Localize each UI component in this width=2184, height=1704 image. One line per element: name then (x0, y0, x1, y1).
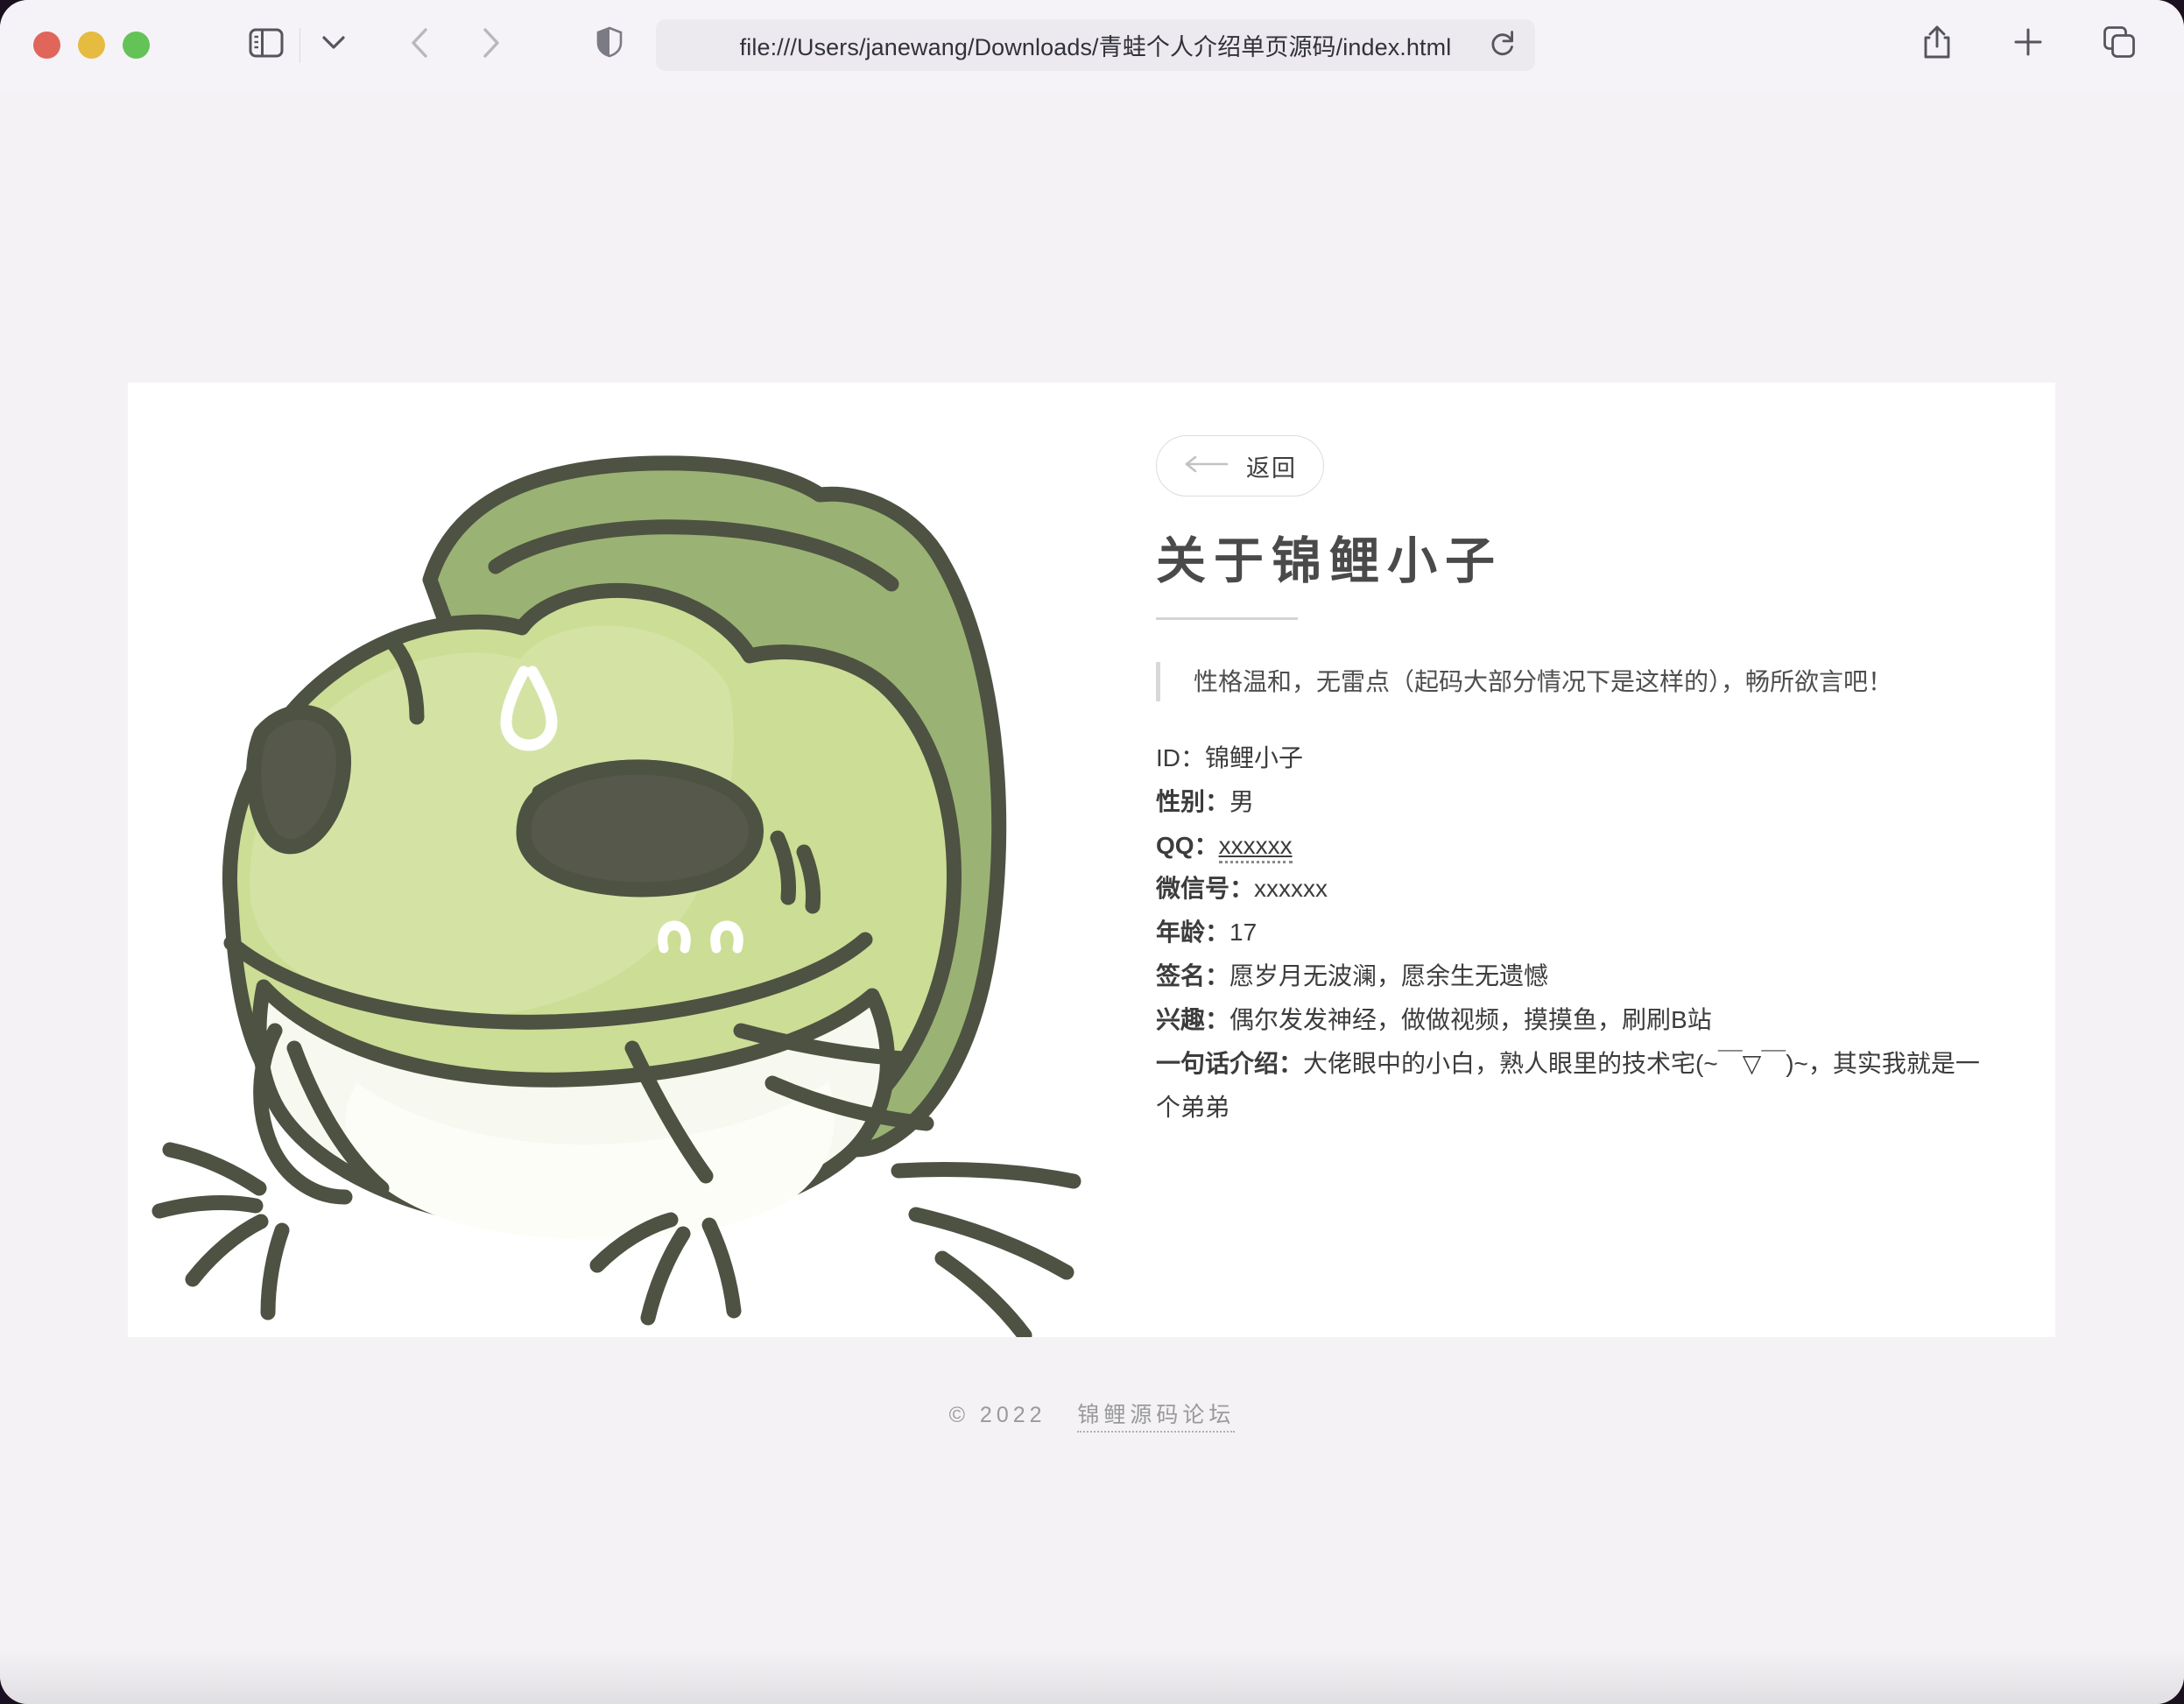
detail-label-gender: 性别： (1156, 787, 1230, 815)
profile-detail-list: ID：锦鲤小子 性别：男 QQ：xxxxxx 微信号：xxxxxx 年龄：17 (1156, 736, 1992, 1129)
detail-value-interests: 偶尔发发神经，做做视频，摸摸鱼，刷刷B站 (1229, 1005, 1712, 1033)
detail-row: 微信号：xxxxxx (1156, 867, 1992, 911)
detail-label-wechat: 微信号： (1156, 875, 1255, 903)
detail-label-qq: QQ： (1156, 831, 1219, 859)
detail-label-age: 年龄： (1156, 919, 1230, 947)
profile-card: 返回 关于锦鲤小子 性格温和，无雷点（起码大部分情况下是这样的），畅所欲言吧！ … (128, 383, 2055, 1337)
detail-row: 性别：男 (1156, 780, 1992, 824)
detail-value-gender: 男 (1229, 787, 1255, 815)
detail-value-qq[interactable]: xxxxxx (1218, 831, 1293, 863)
share-button[interactable] (1913, 19, 1962, 68)
web-page-content: 返回 关于锦鲤小子 性格温和，无雷点（起码大部分情况下是这样的），畅所欲言吧！ … (0, 90, 2184, 1704)
browser-toolbar: file:///Users/janewang/Downloads/青蛙个人介绍单… (0, 0, 2184, 90)
detail-label-signature: 签名： (1156, 962, 1230, 990)
sidebar-toggle-button[interactable] (242, 21, 291, 70)
zoom-window-button[interactable] (123, 32, 150, 59)
detail-row: 一句话介绍：大佬眼中的小白，熟人眼里的技术宅(~￣▽￣)~，其实我就是一个弟弟 (1156, 1042, 1992, 1130)
title-divider (1156, 616, 1298, 620)
arrow-left-icon (1183, 455, 1230, 477)
toolbar-divider (299, 27, 300, 63)
back-navigation-button[interactable] (395, 21, 444, 70)
chevron-down-icon (322, 36, 345, 54)
detail-value-id: 锦鲤小子 (1205, 743, 1304, 771)
address-bar-text: file:///Users/janewang/Downloads/青蛙个人介绍单… (739, 34, 1452, 60)
close-window-button[interactable] (33, 32, 60, 59)
detail-row: ID：锦鲤小子 (1156, 736, 1992, 780)
footer-copyright: © 2022 (948, 1403, 1046, 1427)
detail-row: 签名：愿岁月无波澜，愿余生无遗憾 (1156, 954, 1992, 998)
detail-value-wechat: xxxxxx (1254, 875, 1328, 903)
traffic-lights (33, 32, 150, 59)
detail-value-signature: 愿岁月无波澜，愿余生无遗憾 (1229, 962, 1549, 990)
detail-row: QQ：xxxxxx (1156, 824, 1992, 868)
detail-row: 兴趣：偶尔发发神经，做做视频，摸摸鱼，刷刷B站 (1156, 998, 1992, 1042)
frog-illustration (128, 383, 1092, 1337)
page-title: 关于锦鲤小子 (1156, 533, 1503, 589)
sidebar-dropdown-button[interactable] (309, 21, 358, 70)
chevron-left-icon (410, 27, 429, 63)
profile-info: 返回 关于锦鲤小子 性格温和，无雷点（起码大部分情况下是这样的），畅所欲言吧！ … (1092, 383, 2055, 1337)
plus-icon (2013, 27, 2043, 61)
browser-window: file:///Users/janewang/Downloads/青蛙个人介绍单… (0, 0, 2184, 1704)
sidebar-icon (249, 28, 284, 62)
new-tab-button[interactable] (2004, 19, 2053, 68)
share-icon (1922, 25, 1952, 64)
sidebar-controls (242, 21, 358, 70)
toolbar-right-controls (1913, 19, 2144, 68)
minimize-window-button[interactable] (78, 32, 105, 59)
chevron-right-icon (482, 27, 501, 63)
detail-label-intro: 一句话介绍： (1156, 1049, 1304, 1077)
footer-link[interactable]: 锦鲤源码论坛 (1077, 1403, 1236, 1433)
page-footer: © 2022 锦鲤源码论坛 (0, 1398, 2184, 1433)
detail-label-id: ID： (1156, 743, 1206, 771)
tab-overview-button[interactable] (2095, 19, 2144, 68)
address-bar[interactable]: file:///Users/janewang/Downloads/青蛙个人介绍单… (656, 19, 1535, 71)
navigation-controls (395, 21, 516, 70)
address-bar-container: file:///Users/janewang/Downloads/青蛙个人介绍单… (656, 19, 1535, 71)
detail-value-age: 17 (1229, 919, 1258, 947)
forward-navigation-button[interactable] (467, 21, 516, 70)
tab-overview-icon (2103, 25, 2136, 63)
reload-icon[interactable] (1490, 29, 1516, 61)
back-button-label: 返回 (1246, 454, 1297, 482)
page-bottom-shade (0, 1650, 2184, 1704)
profile-quote: 性格温和，无雷点（起码大部分情况下是这样的），畅所欲言吧！ (1156, 661, 1953, 701)
shield-icon[interactable] (596, 26, 623, 62)
detail-label-interests: 兴趣： (1156, 1005, 1230, 1033)
detail-row: 年龄：17 (1156, 911, 1992, 954)
back-button[interactable]: 返回 (1156, 435, 1324, 496)
